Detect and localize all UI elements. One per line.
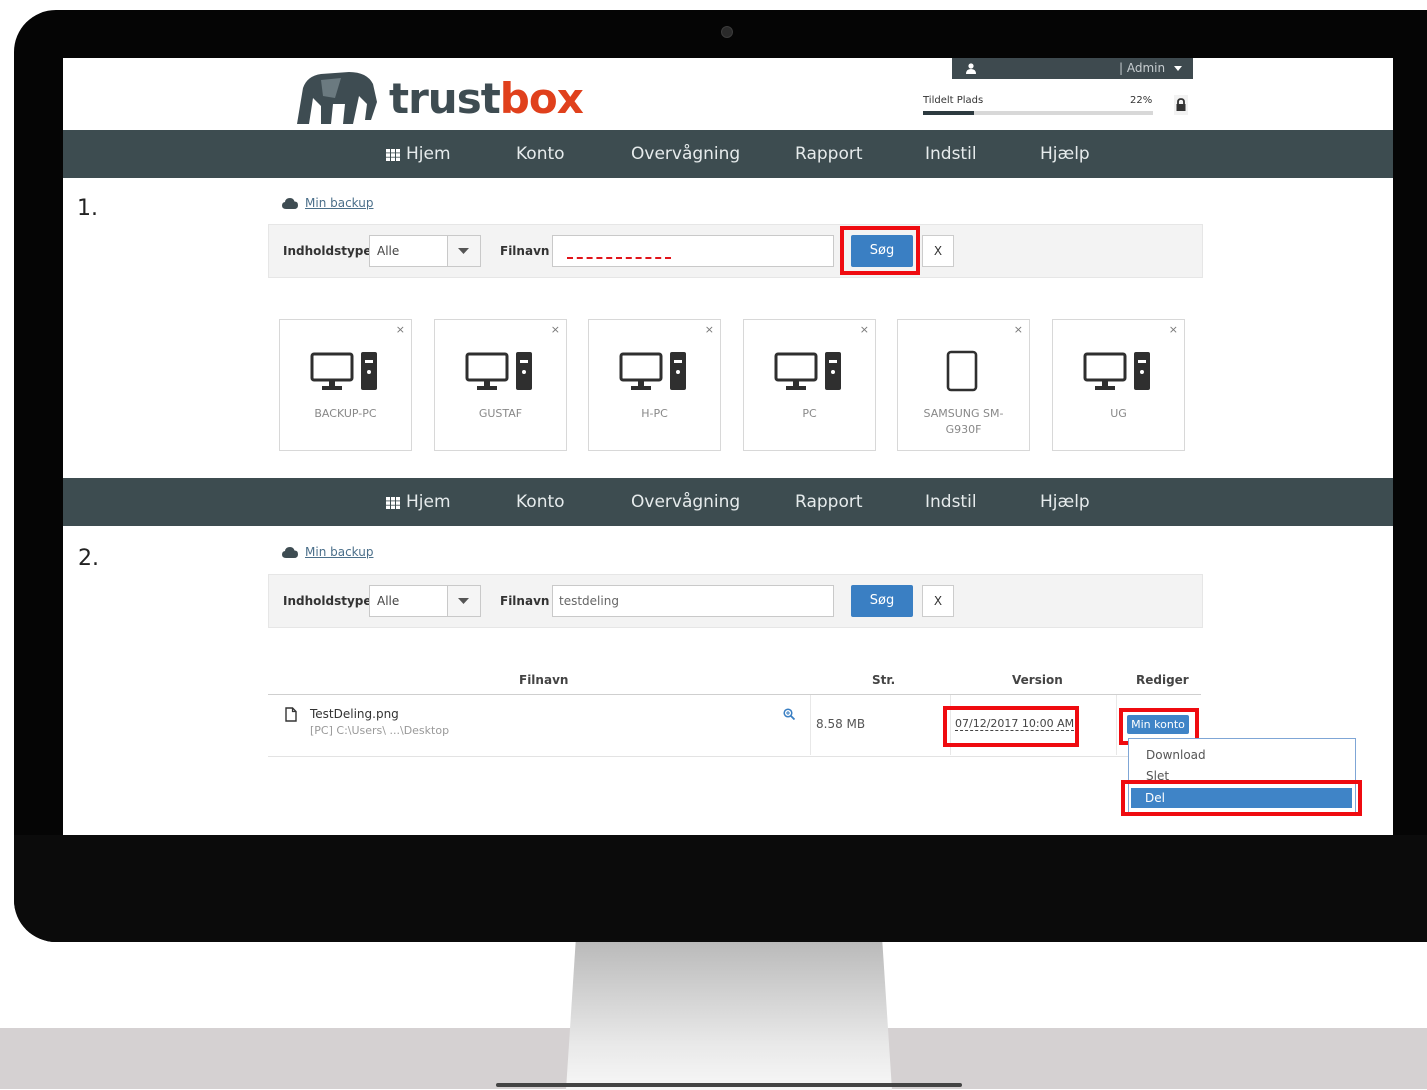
nav-settings[interactable]: Indstil bbox=[925, 492, 977, 512]
filename-label: Filnavn bbox=[500, 244, 550, 258]
file-icon bbox=[285, 707, 297, 722]
nav-home[interactable]: Hjem bbox=[406, 492, 451, 512]
cell-divider bbox=[1116, 695, 1117, 755]
chevron-down-icon bbox=[458, 598, 469, 604]
brand-name: trustbox bbox=[389, 74, 584, 123]
device-card[interactable]: × H-PC bbox=[588, 319, 721, 451]
highlight-version bbox=[943, 706, 1079, 747]
desktop-icon bbox=[1083, 350, 1155, 394]
column-edit: Rediger bbox=[1136, 673, 1189, 687]
device-name: SAMSUNG SM-G930F bbox=[923, 407, 1004, 436]
desktop-icon bbox=[774, 350, 846, 394]
nav-help[interactable]: Hjælp bbox=[1040, 144, 1090, 164]
quota-label: Tildelt Plads bbox=[923, 95, 984, 106]
close-icon[interactable]: × bbox=[551, 323, 560, 336]
caret-down-icon bbox=[1174, 66, 1182, 71]
column-filename: Filnavn bbox=[519, 673, 569, 687]
content-type-value: Alle bbox=[377, 594, 400, 608]
device-card[interactable]: × PC bbox=[743, 319, 876, 451]
brand-logo[interactable]: trustbox bbox=[293, 64, 584, 124]
close-icon[interactable]: × bbox=[396, 323, 405, 336]
user-menu[interactable]: | Admin bbox=[952, 58, 1193, 79]
search-filter-bar: Indholdstype Alle Filnavn testdeling Søg… bbox=[268, 574, 1203, 628]
phone-icon bbox=[928, 350, 1000, 394]
clear-button[interactable]: X bbox=[922, 235, 954, 267]
quota-bar-fill bbox=[923, 111, 974, 115]
nav-monitoring[interactable]: Overvågning bbox=[631, 492, 740, 512]
quota-bar bbox=[923, 111, 1153, 115]
elephant-logo-icon bbox=[297, 72, 377, 124]
camera-icon bbox=[721, 26, 733, 38]
cell-divider bbox=[810, 695, 811, 755]
filename-value: testdeling bbox=[559, 594, 619, 608]
nav-report[interactable]: Rapport bbox=[795, 144, 863, 164]
close-icon[interactable]: × bbox=[705, 323, 714, 336]
device-name: BACKUP-PC bbox=[314, 407, 377, 420]
column-version: Version bbox=[1012, 673, 1063, 687]
file-name[interactable]: TestDeling.png bbox=[310, 707, 399, 721]
breadcrumb-my-backup[interactable]: Min backup bbox=[305, 196, 373, 210]
device-name: GUSTAF bbox=[478, 407, 523, 420]
quota-percent: 22% bbox=[1130, 95, 1153, 106]
filename-label: Filnavn bbox=[500, 594, 550, 608]
filename-input[interactable]: testdeling bbox=[552, 585, 834, 617]
device-name: UG bbox=[1110, 407, 1127, 420]
cloud-icon bbox=[282, 547, 298, 558]
content-type-value: Alle bbox=[377, 244, 400, 258]
chevron-down-icon bbox=[458, 248, 469, 254]
main-nav: Hjem Konto Overvågning Rapport Indstil H… bbox=[63, 130, 1393, 178]
highlight-share-item bbox=[1121, 780, 1362, 816]
content-type-label: Indholdstype bbox=[283, 244, 372, 258]
user-icon bbox=[966, 63, 976, 74]
search-button[interactable]: Søg bbox=[851, 585, 913, 617]
monitor-chin bbox=[14, 835, 1427, 942]
content-type-label: Indholdstype bbox=[283, 594, 372, 608]
monitor-base bbox=[496, 1083, 962, 1087]
column-size: Str. bbox=[872, 673, 896, 687]
device-card[interactable]: × BACKUP-PC bbox=[279, 319, 412, 451]
main-nav-secondary: Hjem Konto Overvågning Rapport Indstil H… bbox=[63, 478, 1393, 526]
desktop-icon bbox=[465, 350, 537, 394]
menu-item-download[interactable]: Download bbox=[1146, 748, 1206, 762]
nav-home[interactable]: Hjem bbox=[406, 144, 451, 164]
step-number: 1. bbox=[77, 196, 98, 221]
device-grid: × BACKUP-PC × GUSTAF × H-PC × PC × SAMSUNG SM-G93… bbox=[279, 319, 1194, 451]
nav-report[interactable]: Rapport bbox=[795, 492, 863, 512]
close-icon[interactable]: × bbox=[1014, 323, 1023, 336]
row-divider bbox=[268, 756, 1201, 757]
grid-icon bbox=[386, 497, 400, 509]
device-card[interactable]: × GUSTAF bbox=[434, 319, 567, 451]
file-size: 8.58 MB bbox=[816, 717, 866, 731]
close-icon[interactable]: × bbox=[860, 323, 869, 336]
nav-account[interactable]: Konto bbox=[516, 144, 565, 164]
monitor-stand bbox=[566, 940, 892, 1090]
breadcrumb-my-backup[interactable]: Min backup bbox=[305, 545, 373, 559]
desktop-icon bbox=[310, 350, 382, 394]
nav-account[interactable]: Konto bbox=[516, 492, 565, 512]
input-placeholder-mark bbox=[567, 257, 671, 259]
screen: trustbox | Admin Tildelt Plads 22% Hjem … bbox=[63, 58, 1393, 835]
device-card[interactable]: × SAMSUNG SM-G930F bbox=[897, 319, 1030, 451]
cloud-icon bbox=[282, 198, 298, 209]
search-filter-bar: Indholdstype Alle Filnavn Søg X bbox=[268, 224, 1203, 278]
user-name: | Admin bbox=[1119, 61, 1166, 75]
step-number: 2. bbox=[78, 546, 99, 571]
device-name: PC bbox=[802, 407, 817, 420]
zoom-in-icon[interactable] bbox=[783, 708, 795, 720]
lock-icon[interactable] bbox=[1171, 95, 1191, 115]
highlight-search-button bbox=[840, 226, 920, 275]
nav-monitoring[interactable]: Overvågning bbox=[631, 144, 740, 164]
clear-button[interactable]: X bbox=[922, 585, 954, 617]
content-type-select[interactable]: Alle bbox=[369, 235, 481, 267]
device-name: H-PC bbox=[641, 407, 668, 420]
filename-input[interactable] bbox=[552, 235, 834, 267]
nav-help[interactable]: Hjælp bbox=[1040, 492, 1090, 512]
desktop-icon bbox=[619, 350, 691, 394]
nav-settings[interactable]: Indstil bbox=[925, 144, 977, 164]
close-icon[interactable]: × bbox=[1169, 323, 1178, 336]
file-path: [PC] C:\Users\ ...\Desktop bbox=[310, 724, 450, 737]
device-card[interactable]: × UG bbox=[1052, 319, 1185, 451]
content-type-select[interactable]: Alle bbox=[369, 585, 481, 617]
grid-icon bbox=[386, 149, 400, 161]
